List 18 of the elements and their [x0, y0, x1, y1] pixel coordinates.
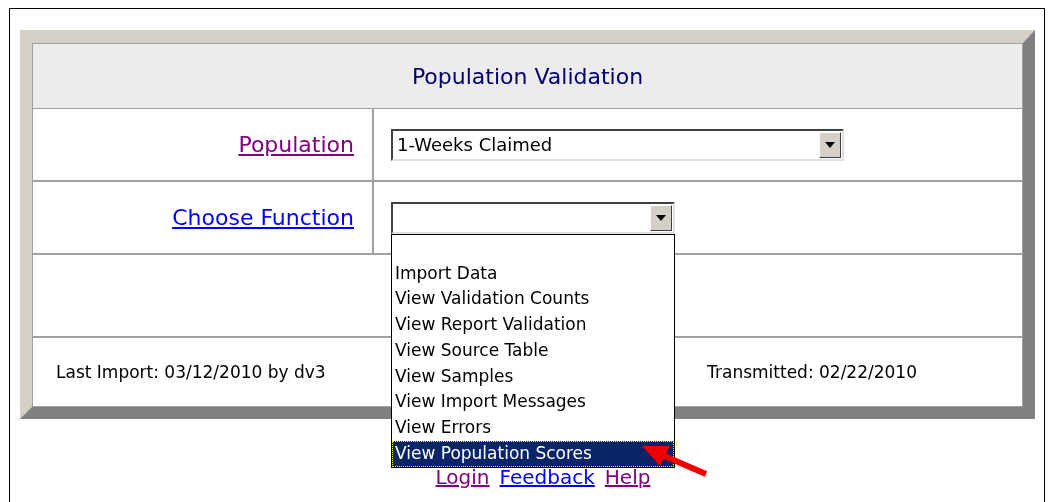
- dropdown-value: 1-Weeks Claimed: [396, 134, 553, 155]
- dropdown-option[interactable]: View Errors: [392, 415, 674, 442]
- dropdown-option[interactable]: View Report Validation: [392, 312, 674, 338]
- last-import-text: Last Import: 03/12/2010 by dv3: [56, 362, 326, 382]
- footer-link[interactable]: Help: [604, 465, 651, 489]
- transmitted-text: Transmitted: 02/22/2010: [707, 362, 917, 382]
- dropdown-option[interactable]: View Population Scores: [392, 441, 674, 467]
- dropdown-option[interactable]: Import Data: [392, 260, 674, 287]
- dropdown-field[interactable]: 1-Weeks Claimed: [391, 128, 844, 161]
- dropdown-option[interactable]: View Source Table: [392, 337, 674, 364]
- footer-link[interactable]: Feedback: [499, 465, 595, 489]
- field-label-link[interactable]: Choose Function: [172, 205, 354, 230]
- footer-link[interactable]: Login: [435, 465, 490, 489]
- field-label-link[interactable]: Population: [238, 132, 354, 157]
- dropdown-option[interactable]: View Import Messages: [392, 389, 674, 416]
- dropdown-option[interactable]: View Samples: [392, 363, 674, 390]
- dropdown-option[interactable]: View Validation Counts: [392, 286, 674, 313]
- form-title: Population Validation: [32, 43, 1023, 109]
